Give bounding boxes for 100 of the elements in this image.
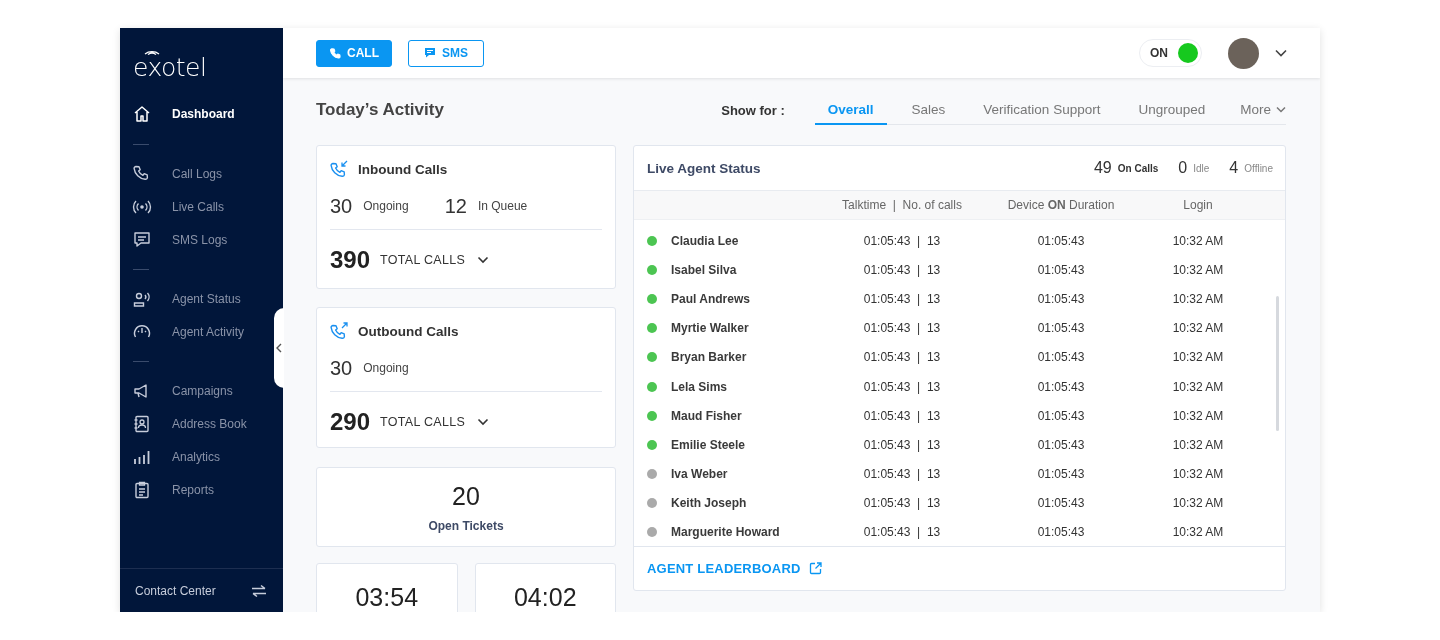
agent-name: Keith Joseph xyxy=(671,496,748,511)
table-cell-text: 01:05:43 xyxy=(1036,379,1086,394)
total-value: 390 xyxy=(330,246,371,274)
scrollbar[interactable] xyxy=(1276,296,1279,431)
sidebar-item[interactable]: Analytics xyxy=(120,440,225,473)
table-cell-text: 01:05:43 xyxy=(1036,321,1086,336)
table-cell-text: 01:05:43 | 13 xyxy=(862,321,942,336)
logo: exotel xyxy=(133,54,207,80)
column-header: Login xyxy=(1182,198,1214,212)
table-cell-text: 10:32 AM xyxy=(1171,525,1225,540)
stat-label: Ongoing xyxy=(363,199,409,213)
summary-count: 4 xyxy=(1229,159,1239,177)
column-header: Talktime | No. of calls xyxy=(842,198,962,212)
page-title: Today’s Activity xyxy=(316,100,445,120)
table-cell-text: 01:05:43 | 13 xyxy=(862,291,942,306)
table-cell-text: 10:32 AM xyxy=(1171,321,1225,336)
sidebar-item[interactable]: Agent Status xyxy=(120,282,245,315)
summary-label: On Calls xyxy=(1117,162,1159,174)
tickets-label: Open Tickets xyxy=(428,518,504,533)
summary-count: 0 xyxy=(1178,159,1188,177)
column-header: Device ON Duration xyxy=(1006,198,1116,212)
table-cell-text: 10:32 AM xyxy=(1171,408,1225,423)
table-cell-text: 01:05:43 xyxy=(1036,496,1086,511)
tickets-count: 20 xyxy=(452,481,480,511)
agent-name: Marguerite Howard xyxy=(671,525,781,540)
table-cell-text: 01:05:43 xyxy=(1036,233,1086,248)
external-link-icon[interactable] xyxy=(808,562,822,575)
collapse-handle[interactable] xyxy=(274,308,284,388)
card-title: Outbound Calls xyxy=(358,323,459,339)
table-cell-text: 01:05:43 xyxy=(1036,262,1086,277)
action-button[interactable]: CALL xyxy=(316,39,392,67)
total-calls-toggle[interactable]: TOTAL CALLS xyxy=(380,415,466,429)
sidebar-item[interactable]: Reports xyxy=(120,473,219,506)
agent-name: Lela Sims xyxy=(671,379,729,394)
sidebar-item[interactable]: SMS Logs xyxy=(120,223,232,256)
total-calls-toggle[interactable]: TOTAL CALLS xyxy=(380,253,466,267)
chevron-down-icon[interactable] xyxy=(1275,49,1287,57)
tab[interactable]: Sales xyxy=(898,95,959,125)
table-cell-text: 01:05:43 xyxy=(1036,408,1086,423)
table-cell-text: 10:32 AM xyxy=(1171,350,1225,365)
agent-name: Bryan Barker xyxy=(671,350,748,365)
chevron-left-icon xyxy=(276,343,282,353)
tab[interactable]: Verification Support xyxy=(970,95,1114,125)
sidebar-item[interactable]: Dashboard xyxy=(120,97,239,131)
more-tab[interactable]: More xyxy=(1230,95,1286,124)
sidebar-item[interactable]: Campaigns xyxy=(120,374,237,407)
table-cell-text: 01:05:43 | 13 xyxy=(862,379,942,394)
clipboard-icon xyxy=(132,479,152,500)
sidebar-item[interactable]: Address Book xyxy=(120,407,251,440)
table-cell-text: 01:05:43 xyxy=(1036,291,1086,306)
panel-title: Live Agent Status xyxy=(647,160,762,176)
sidebar-item[interactable]: Agent Activity xyxy=(120,315,249,348)
message-icon xyxy=(424,47,436,59)
agent-name: Iva Weber xyxy=(671,467,729,482)
agent-name: Emilie Steele xyxy=(671,437,747,452)
chevron-down-icon xyxy=(1276,106,1286,113)
avatar[interactable] xyxy=(1228,37,1259,69)
agent-name: Paul Andrews xyxy=(671,291,751,306)
duration-card: 04:02 xyxy=(474,563,616,612)
table-cell-text: 10:32 AM xyxy=(1171,262,1225,277)
agent-name: Maud Fisher xyxy=(671,408,743,423)
home-icon xyxy=(132,104,152,124)
swap-icon[interactable] xyxy=(251,583,267,598)
sidebar-item[interactable]: Call Logs xyxy=(120,157,227,190)
incoming-call-icon xyxy=(330,160,348,178)
stat-label: In Queue xyxy=(477,199,528,213)
table-cell-text: 01:05:43 | 13 xyxy=(862,350,942,365)
table-cell-text: 10:32 AM xyxy=(1171,233,1225,248)
table-cell-text: 10:32 AM xyxy=(1171,291,1225,306)
card-title: Inbound Calls xyxy=(358,161,448,177)
table-cell-text: 01:05:43 xyxy=(1036,437,1086,452)
stat-label: Ongoing xyxy=(363,361,409,375)
table-cell-text: 01:05:43 xyxy=(1036,350,1086,365)
leaderboard-link[interactable]: AGENT LEADERBOARD xyxy=(647,561,801,576)
total-value: 290 xyxy=(330,408,371,436)
table-cell-text: 01:05:43 xyxy=(1036,525,1086,540)
outgoing-call-icon xyxy=(330,322,348,340)
summary-count: 49 xyxy=(1093,159,1112,177)
address-book-icon xyxy=(132,413,152,434)
table-cell-text: 01:05:43 | 13 xyxy=(862,467,942,482)
table-cell-text: 10:32 AM xyxy=(1171,437,1225,452)
summary-label: Idle xyxy=(1193,162,1210,174)
table-cell-text: 01:05:43 | 13 xyxy=(862,262,942,277)
filter-label: Show for : xyxy=(721,102,785,118)
sidebar-item[interactable]: Live Calls xyxy=(120,190,229,223)
table-cell-text: 01:05:43 | 13 xyxy=(862,496,942,511)
duration-card: 03:54 xyxy=(316,563,458,612)
action-button[interactable]: SMS xyxy=(408,39,484,67)
chevron-down-icon[interactable] xyxy=(477,256,490,264)
table-cell-text: 01:05:43 | 13 xyxy=(862,408,942,423)
table-cell-text: 10:32 AM xyxy=(1171,496,1225,511)
table-cell-text: 01:05:43 | 13 xyxy=(862,233,942,248)
phone-icon xyxy=(329,47,341,59)
summary-label: Offline xyxy=(1244,162,1273,174)
table-cell-text: 01:05:43 xyxy=(1036,467,1086,482)
workspace-label: Contact Center xyxy=(135,583,216,598)
tab[interactable]: Ungrouped xyxy=(1125,95,1219,125)
table-cell-text: 01:05:43 | 13 xyxy=(862,525,942,540)
chevron-down-icon[interactable] xyxy=(477,418,490,426)
agent-name: Claudia Lee xyxy=(671,233,740,248)
